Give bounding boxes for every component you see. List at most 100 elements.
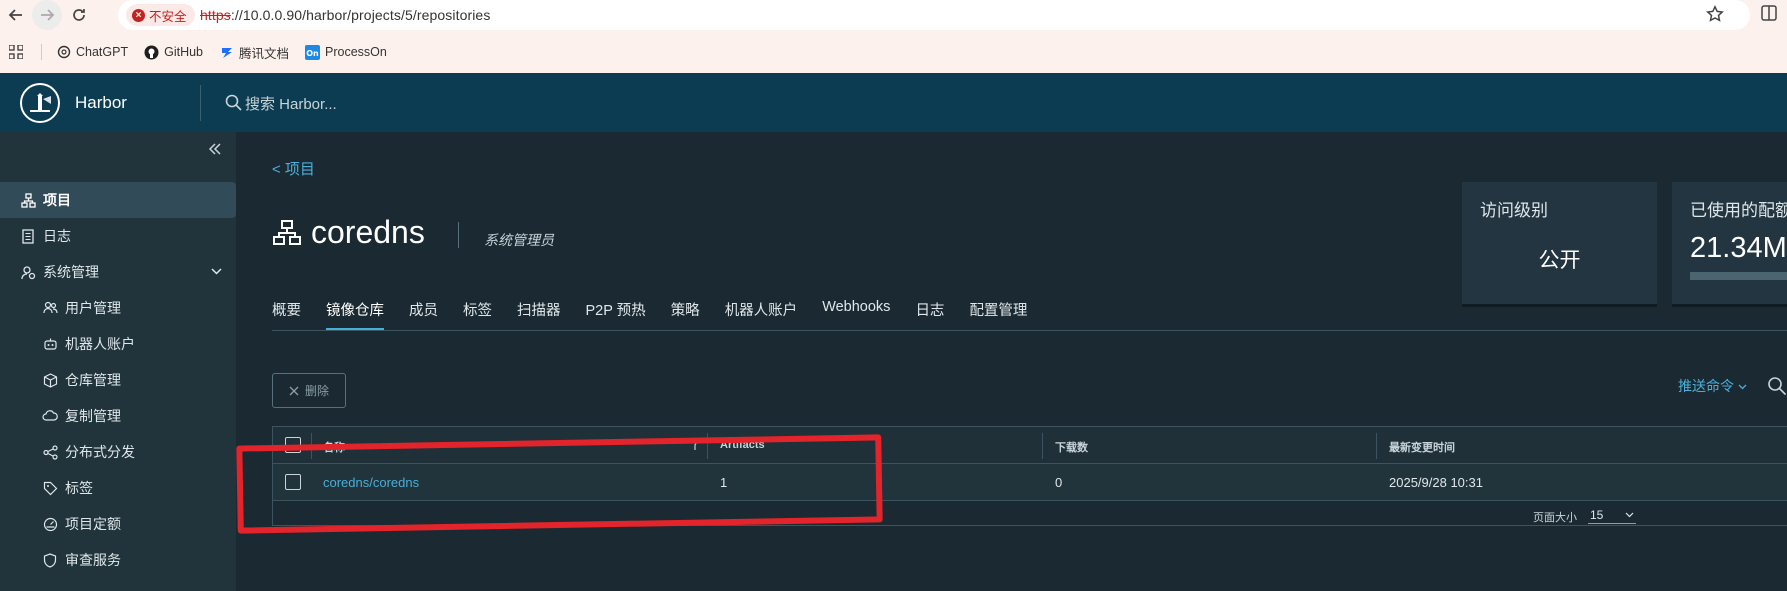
table-row: coredns/coredns 1 0 2025/9/28 10:31: [273, 464, 1787, 501]
tab-repositories[interactable]: 镜像仓库: [326, 299, 384, 331]
search-icon: [225, 94, 242, 111]
browser-chrome: × 不安全 https://10.0.0.90/harbor/projects/…: [0, 0, 1787, 73]
robot-icon: [42, 336, 58, 352]
bookmark-github[interactable]: GitHub: [144, 45, 203, 60]
chevron-down-icon[interactable]: [210, 265, 223, 278]
warning-icon: ×: [132, 8, 145, 22]
table-footer: 页面大小 15: [273, 501, 1787, 527]
tab-logs[interactable]: 日志: [915, 299, 944, 331]
bookmark-tencent-docs[interactable]: 腾讯文档: [219, 43, 289, 62]
sidebar-item-projects[interactable]: 项目: [0, 182, 236, 218]
sidebar-item-registries[interactable]: 仓库管理: [0, 362, 236, 398]
sidebar-item-replications[interactable]: 复制管理: [0, 398, 236, 434]
column-header-name[interactable]: 名称: [323, 439, 345, 455]
insecure-label: 不安全: [149, 9, 187, 24]
sidebar-item-label: 标签: [65, 480, 93, 496]
global-search-input[interactable]: 搜索 Harbor...: [245, 93, 337, 114]
tab-p2p-preheat[interactable]: P2P 预热: [586, 299, 646, 331]
registry-icon: [42, 372, 58, 388]
sidebar-item-robot-accounts[interactable]: 机器人账户: [0, 326, 236, 362]
bookmark-star-icon[interactable]: [1706, 5, 1724, 23]
push-command-dropdown[interactable]: 推送命令: [1678, 376, 1747, 396]
app-header: Harbor 搜索 Harbor...: [0, 73, 1787, 132]
close-icon: [289, 386, 299, 396]
tabs-underline: [272, 330, 1787, 331]
sidebar-item-labels[interactable]: 标签: [0, 470, 236, 506]
sidebar-item-users[interactable]: 用户管理: [0, 290, 236, 326]
sidebar: 项目 日志 系统管理 用户管理 机器人账户 仓库管理 复制管理 分布式分发 标签…: [0, 132, 236, 591]
quota-card: 已使用的配额 21.34MiB: [1672, 182, 1787, 304]
sidebar-item-label: 日志: [43, 228, 71, 244]
tencent-docs-icon: [219, 45, 234, 60]
row-checkbox[interactable]: [285, 474, 301, 490]
users-icon: [42, 300, 58, 316]
apps-grid-icon[interactable]: [9, 45, 23, 59]
page-size-label: 页面大小: [1533, 512, 1577, 524]
insecure-badge[interactable]: × 不安全: [126, 4, 195, 26]
chatgpt-icon: [56, 45, 71, 60]
quota-progress-bar: [1690, 272, 1787, 280]
back-to-projects-link[interactable]: < 项目: [272, 158, 315, 179]
extensions-icon[interactable]: [1760, 4, 1778, 22]
logs-icon: [20, 228, 36, 244]
column-separator: [1042, 433, 1043, 459]
delete-button[interactable]: 删除: [272, 373, 346, 408]
sidebar-item-administration[interactable]: 系统管理: [0, 254, 236, 290]
title-divider: [458, 222, 459, 248]
sidebar-item-label: 审查服务: [65, 552, 121, 568]
sidebar-item-label: 项目定额: [65, 516, 121, 532]
github-icon: [144, 45, 159, 60]
processon-icon: On: [305, 44, 321, 60]
bookmark-processon[interactable]: On ProcessOn: [305, 44, 387, 60]
bookmark-label: ChatGPT: [76, 45, 129, 59]
tab-webhooks[interactable]: Webhooks: [822, 299, 890, 331]
sidebar-item-label: 仓库管理: [65, 372, 121, 388]
collapse-sidebar-icon[interactable]: [208, 142, 222, 156]
column-header-updated[interactable]: 最新变更时间: [1389, 439, 1455, 455]
bookmark-separator: [41, 44, 42, 60]
bookmark-chatgpt[interactable]: ChatGPT: [56, 45, 128, 60]
sidebar-item-label: 复制管理: [65, 408, 121, 424]
column-separator: [311, 433, 312, 459]
tab-policy[interactable]: 策略: [671, 299, 700, 331]
replication-icon: [42, 408, 58, 424]
main-content: < 项目 coredns 系统管理员 访问级别 公开 已使用的配额 21.34M…: [236, 132, 1787, 591]
repository-name-link[interactable]: coredns/coredns: [323, 475, 419, 490]
bookmark-label: ProcessOn: [325, 45, 387, 59]
page-size-select[interactable]: 15: [1588, 506, 1636, 524]
delete-label: 删除: [304, 384, 329, 398]
project-icon: [273, 220, 301, 246]
tab-scanner[interactable]: 扫描器: [517, 299, 561, 331]
back-arrow-icon[interactable]: [4, 3, 28, 27]
app-brand[interactable]: Harbor: [75, 93, 127, 113]
reload-icon[interactable]: [67, 3, 91, 27]
project-tabs: 概要 镜像仓库 成员 标签 扫描器 P2P 预热 策略 机器人账户 Webhoo…: [272, 299, 1052, 331]
sidebar-item-interrogation-services[interactable]: 审查服务: [0, 542, 236, 578]
harbor-logo-icon[interactable]: [20, 83, 60, 123]
table-header: 名称 Artifacts 下载数 最新变更时间: [273, 427, 1787, 464]
header-divider: [200, 85, 201, 121]
sidebar-item-label: 分布式分发: [65, 444, 135, 460]
sidebar-item-label: 系统管理: [43, 264, 99, 280]
access-level-value: 公开: [1538, 249, 1581, 272]
tab-robot-accounts[interactable]: 机器人账户: [725, 299, 798, 331]
select-all-checkbox[interactable]: [285, 437, 301, 453]
address-bar[interactable]: × 不安全 https://10.0.0.90/harbor/projects/…: [118, 0, 1750, 30]
tab-configuration[interactable]: 配置管理: [969, 299, 1027, 331]
chevron-down-icon: [1738, 382, 1747, 391]
table-search-icon[interactable]: [1767, 376, 1787, 396]
tab-summary[interactable]: 概要: [272, 299, 301, 331]
sidebar-item-project-quotas[interactable]: 项目定额: [0, 506, 236, 542]
column-header-artifacts[interactable]: Artifacts: [720, 439, 765, 451]
sidebar-item-distributions[interactable]: 分布式分发: [0, 434, 236, 470]
tab-labels[interactable]: 标签: [463, 299, 492, 331]
shield-icon: [42, 552, 58, 568]
svg-text:On: On: [306, 49, 319, 58]
forward-arrow-icon[interactable]: [32, 0, 62, 30]
pull-count: 0: [1055, 475, 1063, 490]
sidebar-item-logs[interactable]: 日志: [0, 218, 236, 254]
column-header-pulls[interactable]: 下载数: [1055, 439, 1088, 455]
bookmark-label: GitHub: [164, 45, 204, 59]
filter-icon[interactable]: [691, 439, 699, 451]
tab-members[interactable]: 成员: [409, 299, 438, 331]
